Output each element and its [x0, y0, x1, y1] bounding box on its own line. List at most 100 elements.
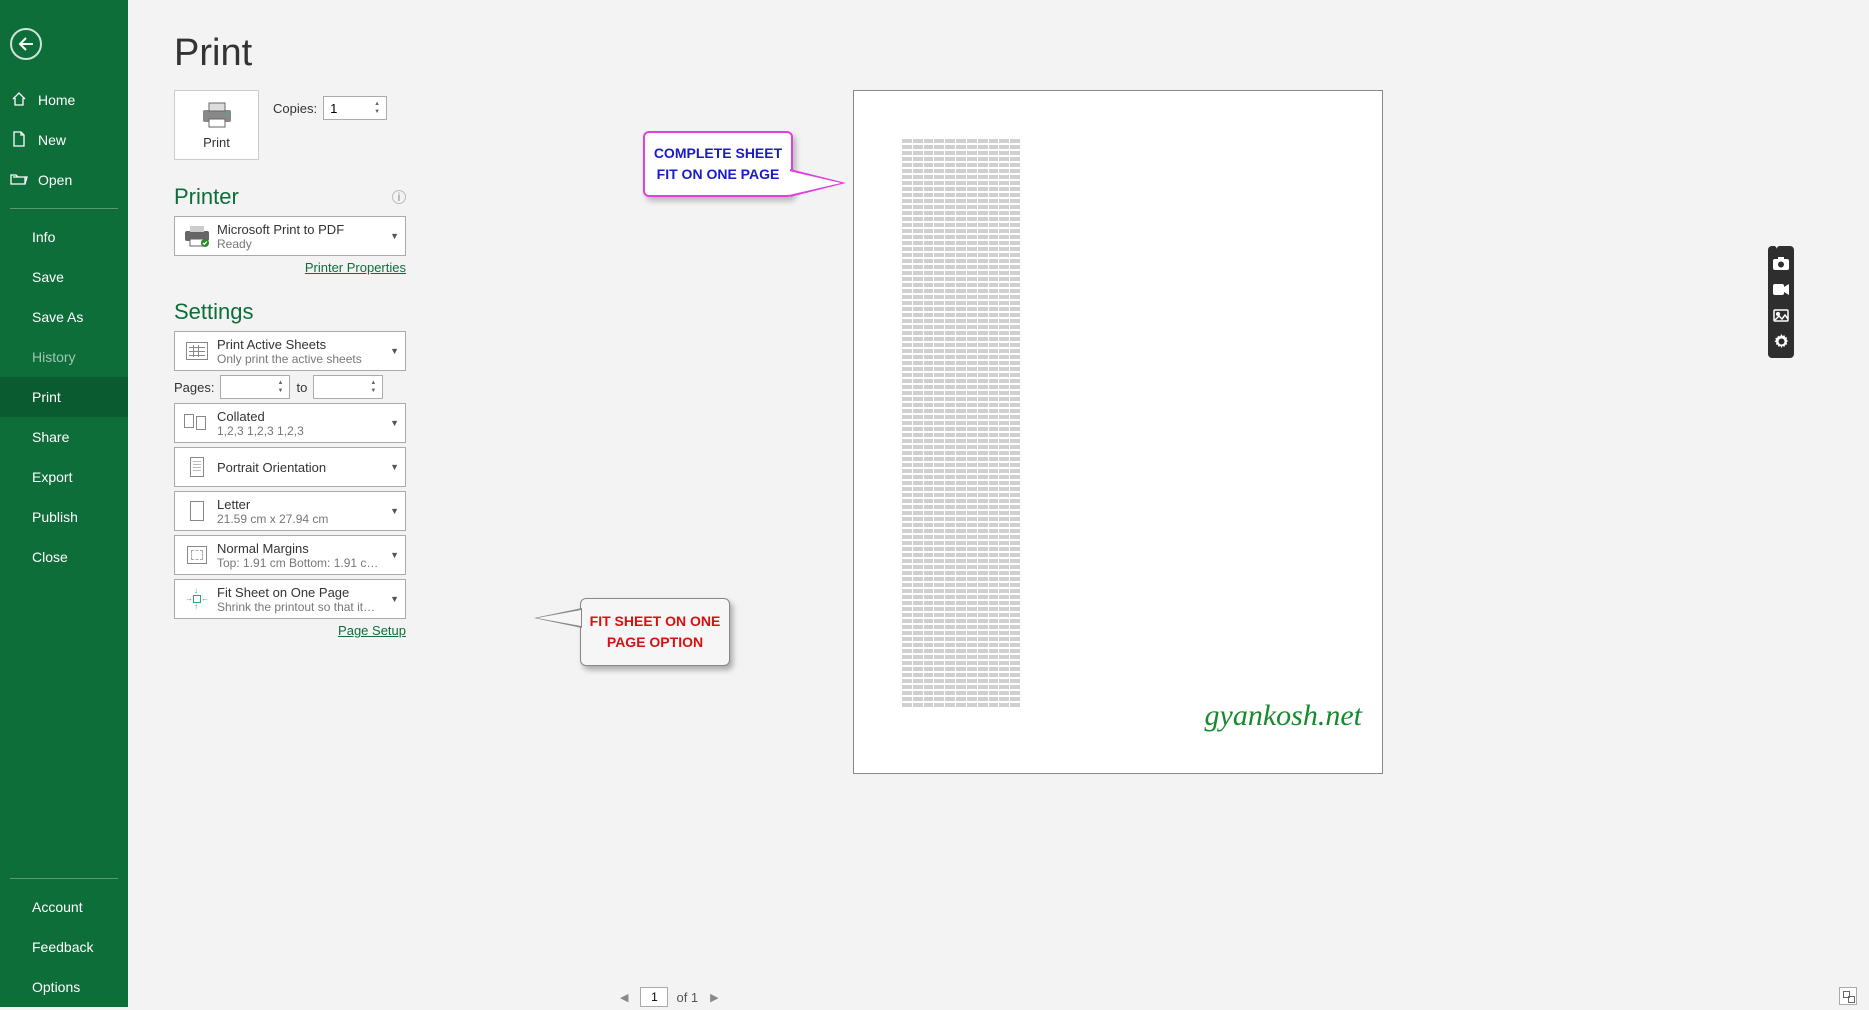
nav-new[interactable]: New — [0, 120, 128, 160]
nav-publish[interactable]: Publish — [0, 497, 128, 537]
paper-selector[interactable]: Letter 21.59 cm x 27.94 cm ▼ — [174, 491, 406, 531]
paper-icon — [181, 501, 213, 521]
printer-selector[interactable]: Microsoft Print to PDF Ready ▼ — [174, 216, 406, 256]
nav-label: New — [38, 132, 66, 148]
nav-label: Open — [38, 172, 72, 188]
zoom-to-page-button[interactable] — [1839, 987, 1857, 1005]
page-setup-link[interactable]: Page Setup — [338, 623, 406, 638]
copies-input[interactable] — [324, 97, 366, 119]
print-button[interactable]: Print — [174, 90, 259, 160]
back-button[interactable] — [10, 28, 42, 60]
preview-paginator: ◀ of 1 ▶ — [616, 984, 723, 1010]
collate-icon — [181, 414, 213, 432]
open-icon — [10, 172, 28, 189]
margins-sub: Top: 1.91 cm Bottom: 1.91 c… — [217, 556, 386, 570]
paper-title: Letter — [217, 497, 386, 512]
chevron-down-icon: ▼ — [390, 346, 399, 356]
nav-print[interactable]: Print — [0, 377, 128, 417]
nav-label: Share — [32, 429, 69, 445]
pages-to-label: to — [296, 380, 307, 395]
spin-up-icon[interactable]: ▲ — [370, 100, 384, 108]
prev-page-button[interactable]: ◀ — [616, 991, 632, 1004]
chevron-down-icon: ▼ — [390, 231, 399, 241]
print-panel: Print Copies: ▲▼ Printer i Microsoft Pri… — [174, 90, 406, 644]
printer-icon — [199, 101, 235, 129]
collate-title: Collated — [217, 409, 386, 424]
screenshot-toolbar[interactable]: ✦ — [1768, 246, 1794, 358]
spin-down-icon[interactable]: ▼ — [273, 387, 287, 395]
spin-up-icon[interactable]: ▲ — [273, 379, 287, 387]
nav-options[interactable]: Options — [0, 967, 128, 1007]
printer-properties-link[interactable]: Printer Properties — [305, 260, 406, 275]
nav-label: History — [32, 349, 76, 365]
printer-heading: Printer — [174, 184, 239, 210]
printer-name: Microsoft Print to PDF — [217, 222, 386, 237]
nav-save-as[interactable]: Save As — [0, 297, 128, 337]
printer-status: Ready — [217, 237, 386, 251]
scaling-sub: Shrink the printout so that it… — [217, 600, 386, 614]
print-preview: gyankosh.net — [608, 90, 1628, 870]
nav-label: Home — [38, 92, 75, 108]
nav-home[interactable]: Home — [0, 80, 128, 120]
spin-down-icon[interactable]: ▼ — [370, 108, 384, 116]
print-what-sub: Only print the active sheets — [217, 352, 386, 366]
nav-feedback[interactable]: Feedback — [0, 927, 128, 967]
gear-icon[interactable] — [1768, 328, 1794, 354]
video-icon[interactable] — [1768, 276, 1794, 302]
preview-sheet-content — [902, 139, 1020, 709]
callout-arrow-icon — [534, 608, 582, 628]
chevron-down-icon: ▼ — [390, 418, 399, 428]
margins-selector[interactable]: Normal Margins Top: 1.91 cm Bottom: 1.91… — [174, 535, 406, 575]
settings-heading: Settings — [174, 299, 254, 325]
nav-label: Info — [32, 229, 55, 245]
preview-page: gyankosh.net — [853, 90, 1383, 774]
home-icon — [10, 92, 28, 109]
watermark-text: gyankosh.net — [1205, 699, 1362, 733]
nav-label: Export — [32, 469, 72, 485]
chevron-down-icon: ▼ — [390, 550, 399, 560]
nav-account[interactable]: Account — [0, 887, 128, 927]
collate-selector[interactable]: Collated 1,2,3 1,2,3 1,2,3 ▼ — [174, 403, 406, 443]
nav-label: Print — [32, 389, 61, 405]
nav-open[interactable]: Open — [0, 160, 128, 200]
scaling-selector[interactable]: ↓↑→← Fit Sheet on One Page Shrink the pr… — [174, 579, 406, 619]
backstage-content: Print Print Copies: ▲▼ Printe — [128, 0, 1869, 1007]
page-number-input[interactable] — [640, 987, 668, 1007]
print-what-selector[interactable]: Print Active Sheets Only print the activ… — [174, 331, 406, 371]
scaling-title: Fit Sheet on One Page — [217, 585, 386, 600]
nav-info[interactable]: Info — [0, 217, 128, 257]
nav-label: Save — [32, 269, 64, 285]
pages-to-stepper[interactable]: ▲▼ — [313, 375, 383, 399]
orientation-selector[interactable]: Portrait Orientation ▼ — [174, 447, 406, 487]
nav-export[interactable]: Export — [0, 457, 128, 497]
pin-icon[interactable]: ✦ — [1771, 246, 1783, 253]
chevron-down-icon: ▼ — [390, 506, 399, 516]
pages-from-stepper[interactable]: ▲▼ — [220, 375, 290, 399]
printer-info-icon[interactable]: i — [392, 190, 406, 204]
pages-from-input[interactable] — [221, 376, 263, 398]
copies-label: Copies: — [273, 101, 317, 116]
nav-label: Feedback — [32, 939, 93, 955]
fit-page-icon: ↓↑→← — [181, 588, 213, 610]
copies-stepper[interactable]: ▲▼ — [323, 96, 387, 120]
image-icon[interactable] — [1768, 302, 1794, 328]
callout-preview: COMPLETE SHEET FIT ON ONE PAGE — [643, 131, 793, 197]
camera-icon[interactable] — [1768, 250, 1794, 276]
nav-close[interactable]: Close — [0, 537, 128, 577]
nav-history[interactable]: History — [0, 337, 128, 377]
margins-icon — [181, 546, 213, 564]
nav-share[interactable]: Share — [0, 417, 128, 457]
print-what-title: Print Active Sheets — [217, 337, 386, 352]
pages-label: Pages: — [174, 380, 214, 395]
chevron-down-icon: ▼ — [390, 462, 399, 472]
next-page-button[interactable]: ▶ — [706, 991, 722, 1004]
pages-to-input[interactable] — [314, 376, 356, 398]
page-total-label: of 1 — [676, 990, 698, 1005]
nav-label: Account — [32, 899, 83, 915]
nav-label: Close — [32, 549, 68, 565]
page-title: Print — [174, 32, 1869, 75]
chevron-down-icon: ▼ — [390, 594, 399, 604]
nav-save[interactable]: Save — [0, 257, 128, 297]
spin-down-icon[interactable]: ▼ — [366, 387, 380, 395]
spin-up-icon[interactable]: ▲ — [366, 379, 380, 387]
